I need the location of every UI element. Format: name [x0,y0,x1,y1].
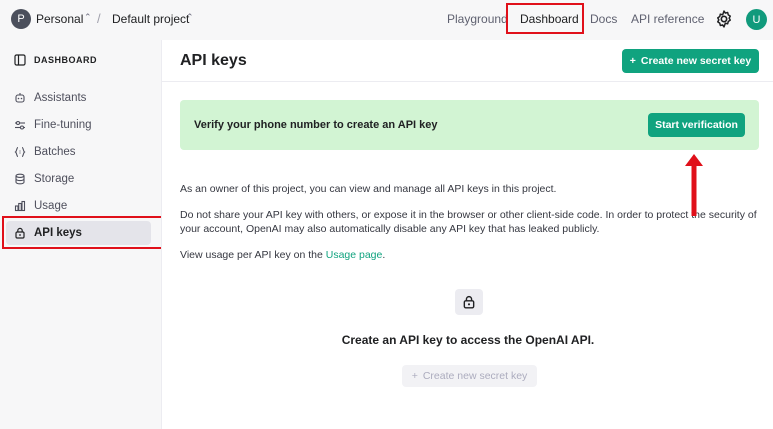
sidebar-item-label: Usage [34,200,68,212]
usage-info-suffix: . [382,249,386,261]
top-bar: P Personal ⌃ / Default project ⌃ Playgro… [0,0,773,40]
create-secret-key-disabled-button[interactable]: + Create new secret key [402,365,537,387]
org-avatar[interactable]: P [11,9,31,29]
usage-info-prefix: View usage per API key on the [180,249,326,261]
page-title: API keys [180,52,247,69]
empty-state-title: Create an API key to access the OpenAI A… [341,333,595,347]
plus-icon: + [629,55,636,67]
create-secret-key-disabled-label: Create new secret key [422,370,528,382]
create-secret-key-button[interactable]: + Create new secret key [622,49,759,73]
sidebar-heading-label: DASHBOARD [34,55,97,65]
usage-info-text: View usage per API key on the Usage page… [180,248,765,262]
usage-page-link[interactable]: Usage page [326,249,383,261]
start-verification-button[interactable]: Start verification [648,113,745,137]
bar-chart-icon [14,200,26,212]
verify-banner-text: Verify your phone number to create an AP… [194,119,438,131]
nav-api-reference[interactable]: API reference [631,12,704,26]
page-header: API keys + Create new secret key [162,40,773,82]
project-switcher[interactable]: Default project [112,12,189,26]
main-panel: API keys + Create new secret key Verify … [161,40,773,429]
dashboard-highlight-box [506,3,584,34]
sidebar-item-label: Storage [34,173,75,185]
braces-icon [14,146,26,158]
sidebar-item-assistants[interactable]: Assistants [6,86,151,110]
sidebar-item-label: Fine-tuning [34,119,92,131]
robot-icon [15,93,25,103]
sidebar-item-storage[interactable]: Storage [6,167,151,191]
sidebar-item-usage[interactable]: Usage [6,194,151,218]
verify-phone-banner: Verify your phone number to create an AP… [180,100,759,150]
gear-icon[interactable] [714,9,734,29]
sidebar-item-batches[interactable]: Batches [6,140,151,164]
create-secret-key-label: Create new secret key [640,55,752,67]
user-avatar[interactable]: U [746,9,767,30]
project-chevron-icon[interactable]: ⌃ [186,12,194,23]
arrow-up-icon [685,154,703,216]
sidebar-item-label: Assistants [34,92,87,104]
org-chevron-icon[interactable]: ⌃ [84,12,92,23]
api-keys-highlight-box [2,216,164,249]
security-warning-text: Do not share your API key with others, o… [180,209,757,235]
sidebar-item-label: Batches [34,146,76,158]
lock-icon [463,295,475,309]
breadcrumb-separator: / [97,11,101,26]
plus-icon: + [411,370,418,382]
database-icon [15,173,25,185]
sidebar-heading[interactable]: DASHBOARD [14,54,97,66]
owner-info-text: As an owner of this project, you can vie… [180,183,557,195]
empty-state-lock-icon [455,289,483,315]
nav-playground[interactable]: Playground [447,12,508,26]
sliders-icon [15,120,25,130]
org-switcher[interactable]: Personal [36,12,83,26]
sidebar-item-fine-tuning[interactable]: Fine-tuning [6,113,151,137]
sidebar-toggle-icon[interactable] [14,54,26,66]
nav-docs[interactable]: Docs [590,12,617,26]
